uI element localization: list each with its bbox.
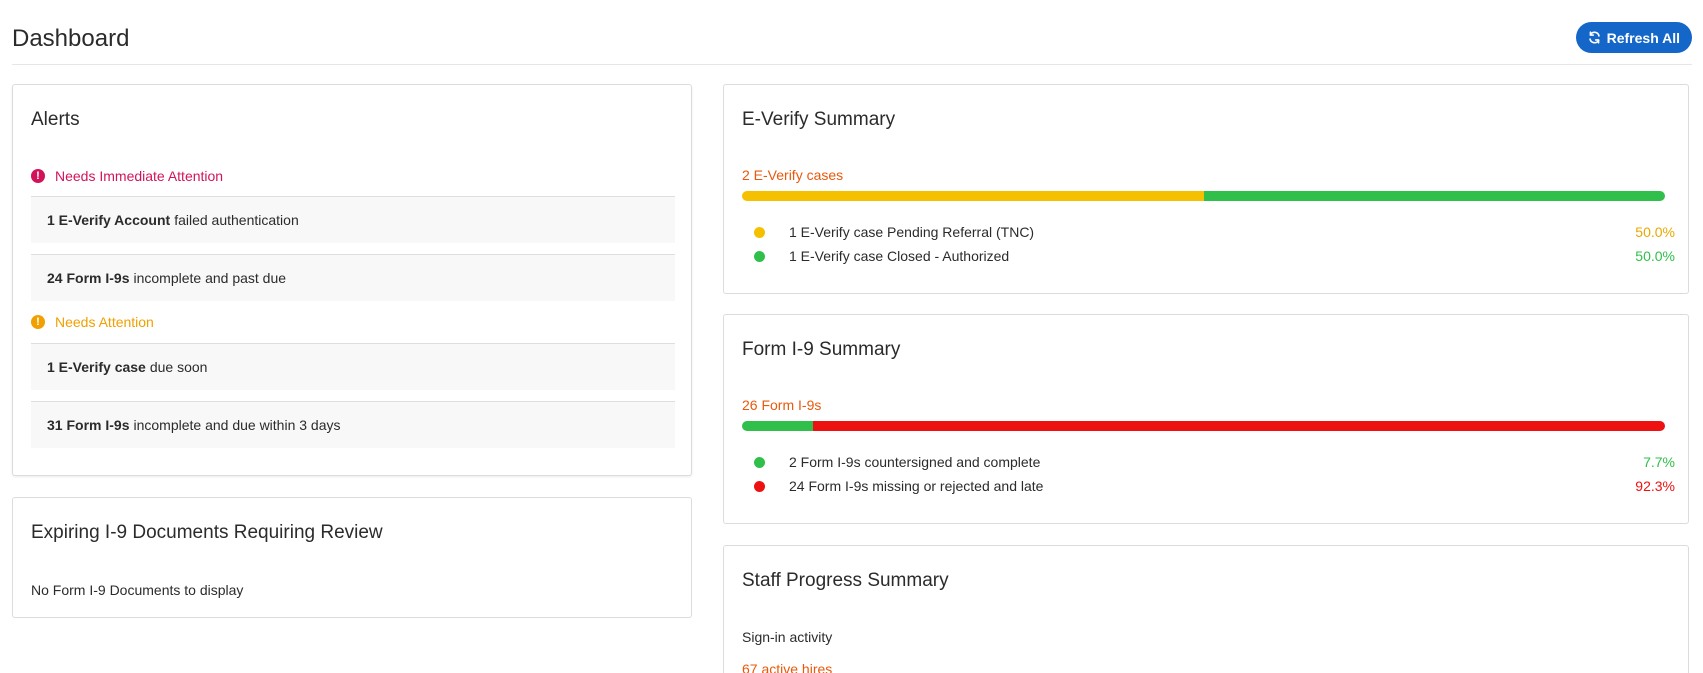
legend-percent: 50.0% — [1635, 248, 1675, 264]
needs-attention-label: Needs Attention — [55, 314, 154, 330]
status-dot-icon — [754, 480, 765, 492]
form-i9-legend-complete[interactable]: 2 Form I-9s countersigned and complete 7… — [754, 452, 1675, 472]
sign-in-activity-label: Sign-in activity — [742, 629, 833, 645]
staff-progress-summary-card: Staff Progress Summary Sign-in activity … — [723, 545, 1689, 673]
needs-immediate-attention-label: Needs Immediate Attention — [55, 168, 224, 184]
form-i9-legend-late[interactable]: 24 Form I-9s missing or rejected and lat… — [754, 476, 1675, 496]
everify-bar-segment-pending[interactable] — [742, 191, 1204, 201]
needs-immediate-attention-heading: ! Needs Immediate Attention — [31, 168, 223, 184]
everify-summary-title: E-Verify Summary — [742, 109, 896, 130]
everify-progress-bar — [742, 191, 1665, 201]
status-dot-icon — [754, 250, 765, 262]
alert-row-bold: 1 E-Verify case — [47, 359, 146, 375]
exclamation-circle-icon: ! — [31, 169, 45, 183]
alert-row-bold: 31 Form I-9s — [47, 417, 130, 433]
status-dot-icon — [754, 226, 765, 238]
alerts-card: Alerts ! Needs Immediate Attention 1 E-V… — [12, 84, 692, 476]
refresh-all-button[interactable]: Refresh All — [1575, 22, 1692, 53]
legend-label: 24 Form I-9s missing or rejected and lat… — [789, 478, 1044, 494]
everify-legend-pending[interactable]: 1 E-Verify case Pending Referral (TNC) 5… — [754, 222, 1675, 242]
refresh-icon — [1588, 31, 1600, 44]
everify-legend-closed[interactable]: 1 E-Verify case Closed - Authorized 50.0… — [754, 246, 1675, 266]
alert-row-text: incomplete and due within 3 days — [133, 417, 341, 433]
exclamation-circle-icon: ! — [31, 315, 45, 329]
everify-cases-link[interactable]: 2 E-Verify cases — [742, 167, 843, 183]
alert-row-i9-past-due[interactable]: 24 Form I-9s incomplete and past due — [31, 254, 675, 301]
expiring-documents-title: Expiring I-9 Documents Requiring Review — [31, 522, 383, 543]
form-i9-count-link[interactable]: 26 Form I-9s — [742, 397, 821, 413]
form-i9-progress-bar — [742, 421, 1665, 431]
page-header: Dashboard Refresh All — [12, 18, 1692, 65]
active-hires-link[interactable]: 67 active hires — [742, 661, 832, 673]
legend-percent: 7.7% — [1643, 454, 1675, 470]
expiring-documents-card: Expiring I-9 Documents Requiring Review … — [12, 497, 692, 618]
status-dot-icon — [754, 456, 765, 468]
legend-label: 1 E-Verify case Closed - Authorized — [789, 248, 1010, 264]
page-title: Dashboard — [12, 25, 130, 52]
alert-row-i9-due-3-days[interactable]: 31 Form I-9s incomplete and due within 3… — [31, 401, 675, 448]
alert-row-text: due soon — [149, 359, 208, 375]
form-i9-bar-segment-late[interactable] — [813, 421, 1665, 431]
alerts-title: Alerts — [31, 109, 80, 130]
alert-row-text: failed authentication — [174, 212, 299, 228]
everify-bar-segment-closed[interactable] — [1203, 191, 1665, 201]
staff-progress-summary-title: Staff Progress Summary — [742, 570, 949, 591]
alert-row-bold: 1 E-Verify Account — [47, 212, 171, 228]
alert-row-bold: 24 Form I-9s — [47, 270, 130, 286]
alert-row-everify-account[interactable]: 1 E-Verify Account failed authentication — [31, 196, 675, 243]
form-i9-summary-title: Form I-9 Summary — [742, 339, 901, 360]
everify-summary-card: E-Verify Summary 2 E-Verify cases 1 E-Ve… — [723, 84, 1689, 294]
needs-attention-heading: ! Needs Attention — [31, 314, 154, 330]
alert-row-everify-due-soon[interactable]: 1 E-Verify case due soon — [31, 343, 675, 390]
form-i9-bar-segment-complete[interactable] — [742, 421, 814, 431]
refresh-all-label: Refresh All — [1606, 29, 1680, 46]
form-i9-summary-card: Form I-9 Summary 26 Form I-9s 2 Form I-9… — [723, 314, 1689, 524]
legend-label: 2 Form I-9s countersigned and complete — [789, 454, 1041, 470]
legend-percent: 92.3% — [1635, 478, 1675, 494]
expiring-documents-empty-text: No Form I-9 Documents to display — [31, 582, 244, 598]
alert-row-text: incomplete and past due — [133, 270, 287, 286]
legend-percent: 50.0% — [1635, 224, 1675, 240]
legend-label: 1 E-Verify case Pending Referral (TNC) — [789, 224, 1035, 240]
